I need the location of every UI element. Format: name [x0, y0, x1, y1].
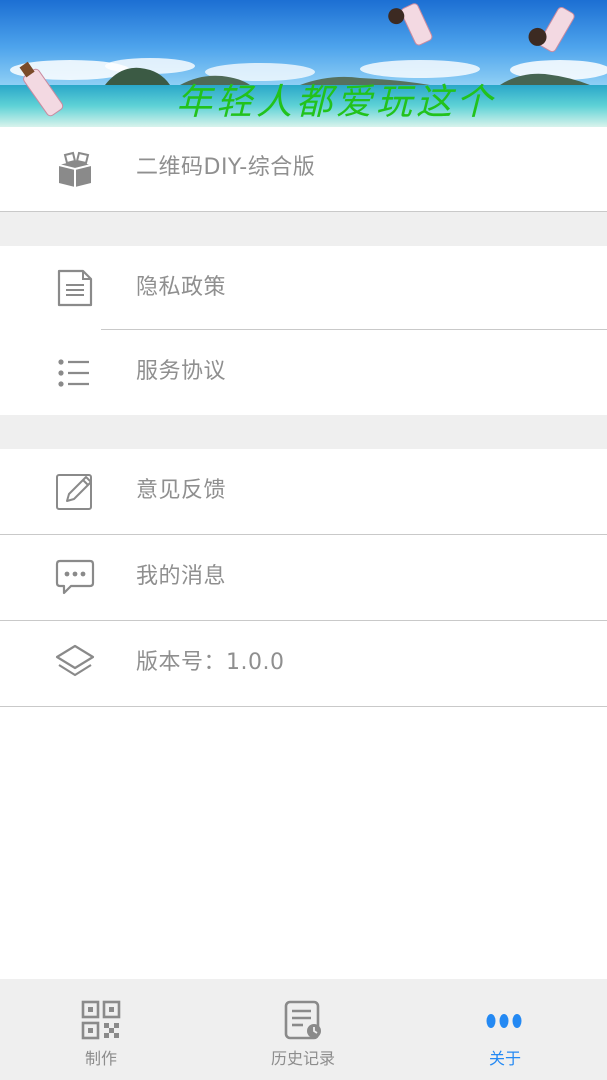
banner-slogan: 年轻人都爱玩这个: [176, 82, 496, 123]
nav-tab-label: 关于: [488, 1049, 521, 1068]
divider: [0, 706, 607, 707]
menu-item-my-messages[interactable]: 我的消息: [0, 535, 607, 620]
chat-bubble-icon: [55, 557, 95, 597]
menu-item-label: 二维码DIY-综合版: [136, 155, 316, 180]
section-gap: [0, 212, 607, 246]
edit-icon: [55, 471, 95, 511]
menu-item-label: 隐私政策: [136, 275, 227, 300]
nav-tab-about[interactable]: 关于: [404, 979, 606, 1080]
nav-tab-label: 历史记录: [270, 1049, 335, 1068]
header-banner: 年轻人都爱玩这个: [0, 0, 607, 127]
menu-item-service-agreement[interactable]: 服务协议: [0, 330, 607, 415]
menu-item-app-name[interactable]: 二维码DIY-综合版: [0, 127, 607, 212]
menu-item-version: 版本号：1.0.0: [0, 621, 607, 706]
nav-tab-label: 制作: [84, 1049, 117, 1068]
history-icon: [283, 1000, 323, 1040]
document-icon: [55, 268, 95, 308]
nav-tab-history[interactable]: 历史记录: [202, 979, 404, 1080]
nav-tab-make[interactable]: 制作: [0, 979, 202, 1080]
menu-item-label: 服务协议: [136, 359, 227, 384]
more-dots-icon: [485, 1000, 525, 1040]
menu-item-feedback[interactable]: 意见反馈: [0, 449, 607, 534]
layers-icon: [55, 643, 95, 683]
box-icon: [55, 149, 95, 189]
banner-image: 年轻人都爱玩这个: [0, 0, 607, 127]
bottom-nav: 制作 历史记录 关于: [0, 979, 607, 1080]
menu-item-label: 我的消息: [136, 564, 227, 589]
version-label: 版本号：1.0.0: [136, 650, 285, 675]
menu-item-label: 意见反馈: [136, 478, 227, 503]
qr-code-icon: [81, 1000, 121, 1040]
list-icon: [55, 354, 95, 394]
section-gap: [0, 415, 607, 449]
menu-item-privacy-policy[interactable]: 隐私政策: [0, 246, 607, 330]
